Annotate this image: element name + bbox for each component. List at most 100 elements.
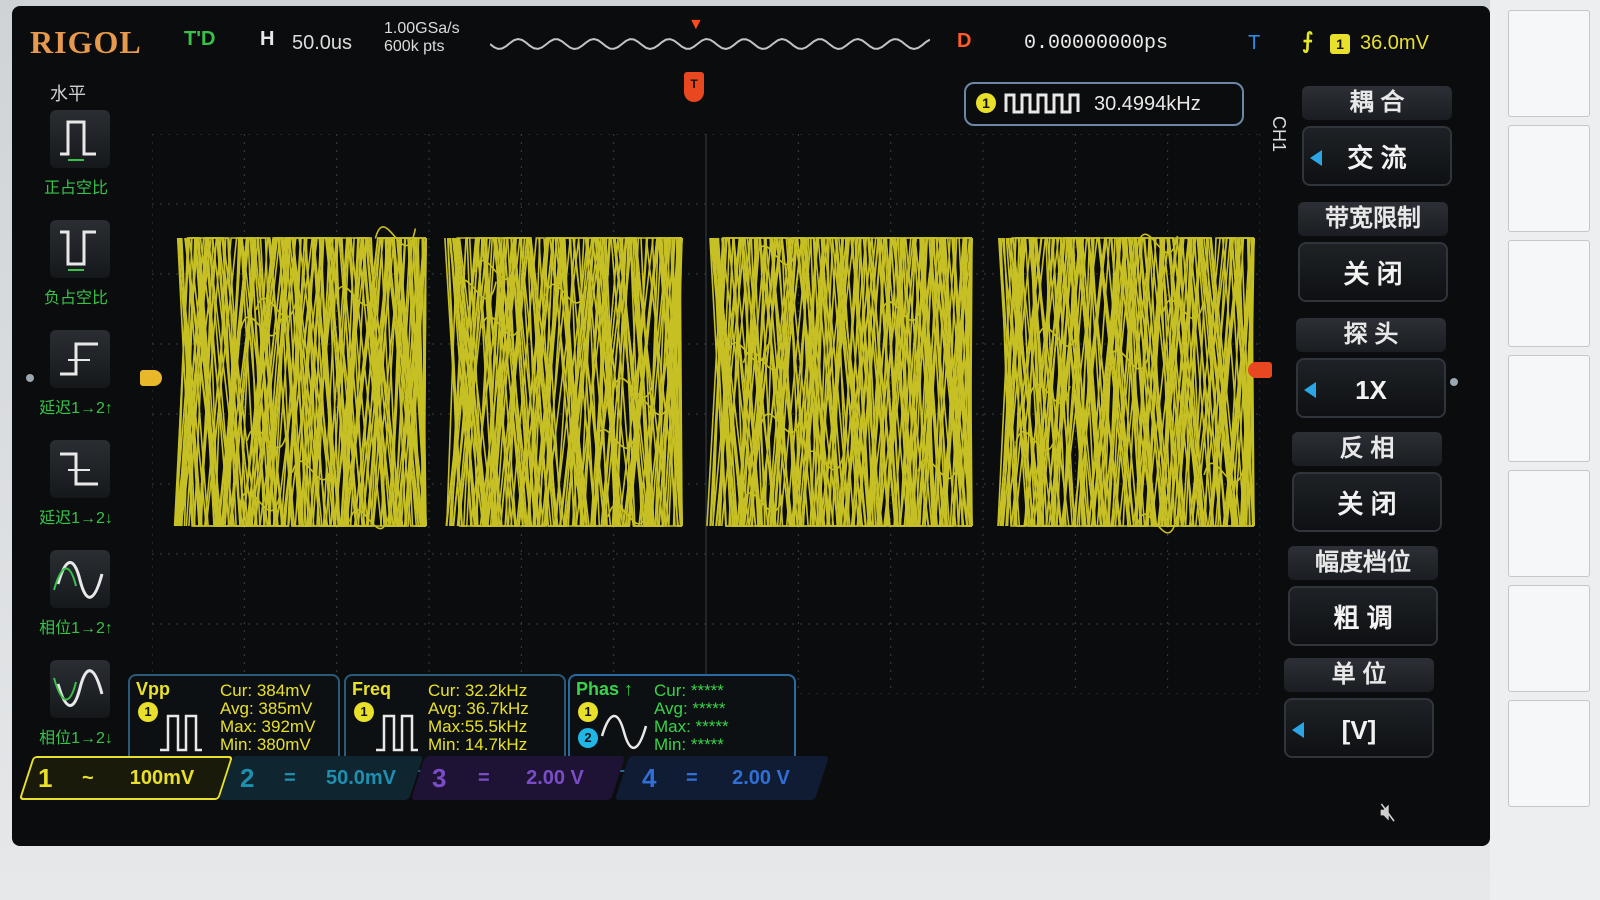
measure-title: Freq: [352, 679, 392, 699]
counter-value: 30.4994kHz: [1094, 93, 1201, 115]
menu-softkey-strip: [1490, 0, 1600, 900]
dc-coupling-icon: =: [284, 767, 296, 789]
freq-icon: [376, 714, 418, 752]
invert-value: 关 闭: [1337, 489, 1397, 519]
channel-3-number: 3: [432, 763, 447, 793]
stat-avg: Avg: 36.7kHz: [428, 699, 529, 718]
speaker-muted-icon[interactable]: 🔇︎: [1380, 796, 1396, 828]
volts-div-value: 粗 调: [1333, 603, 1393, 633]
stat-max: Max:55.5kHz: [428, 717, 528, 736]
channel-menu: CH1 耦 合 交 流 带宽限制 关 闭 探 头 1X 反 相 关 闭 幅度档位…: [1262, 80, 1472, 780]
frequency-counter: 1 30.4994kHz: [964, 82, 1244, 126]
stat-cur: Cur: 384mV: [220, 681, 311, 700]
memory-depth: 600k pts: [384, 38, 445, 55]
trigger-source-badge: 1: [1330, 34, 1350, 54]
square-wave-icon: [1004, 93, 1080, 114]
menu-title-unit: 单 位: [1284, 658, 1434, 692]
rising-edge-icon: ⨍: [1302, 28, 1314, 53]
channel-2-scale: 50.0mV: [325, 767, 397, 789]
stat-min: Min: 380mV: [220, 735, 311, 754]
bandwidth-limit-button[interactable]: 关 闭: [1298, 242, 1448, 302]
counter-channel-badge: 1: [976, 93, 996, 113]
delay-badge: D: [957, 30, 972, 52]
phase-rise-icon: [53, 561, 104, 599]
channel1-ground-marker[interactable]: [140, 370, 162, 386]
volts-div-button[interactable]: 粗 调: [1288, 586, 1438, 646]
stat-min: Min: 14.7kHz: [428, 735, 528, 754]
trigger-type-icon: T: [1248, 32, 1261, 54]
softkey-7[interactable]: [1508, 700, 1590, 807]
vpp-icon: [160, 714, 202, 752]
softkey-5[interactable]: [1508, 470, 1590, 577]
unit-button[interactable]: [V]: [1284, 698, 1434, 758]
measure-menu-left: 水平 正占空比 负占空比 延迟1→2↑ 延迟1→2↓ 相位1→2↑ 相位1→2↓: [12, 78, 132, 758]
channel-3-scale: 2.00 V: [526, 767, 584, 789]
brand-logo: RIGOL: [30, 24, 142, 60]
dc-coupling-icon: =: [478, 767, 490, 789]
softkey-4[interactable]: [1508, 355, 1590, 462]
coupling-button[interactable]: 交 流: [1302, 126, 1452, 186]
top-status-bar: RIGOL T'D H 50.0us 1.00GSa/s 600k pts ▼ …: [12, 6, 1490, 78]
negative-duty-icon: [60, 230, 96, 271]
measure-title: Vpp: [136, 679, 170, 699]
dc-coupling-icon: =: [686, 767, 698, 789]
menu-page-dot: [1450, 378, 1458, 386]
horizontal-delay[interactable]: 0.00000000ps: [1024, 32, 1168, 55]
stat-cur: Cur: *****: [654, 681, 724, 700]
channel-badge: 1: [578, 702, 598, 722]
measure-delay-fall[interactable]: 延迟1→2↓: [26, 440, 126, 540]
measure-phase-fall[interactable]: 相位1→2↓: [26, 660, 126, 760]
probe-button[interactable]: 1X: [1296, 358, 1446, 418]
selector-arrow-icon: [1292, 722, 1304, 738]
measure-phase-rise[interactable]: 相位1→2↑: [26, 550, 126, 650]
softkey-3[interactable]: [1508, 240, 1590, 347]
channel-badge: 1: [138, 702, 158, 722]
run-status: T'D: [184, 28, 216, 50]
menu-title-invert: 反 相: [1292, 432, 1442, 466]
softkey-6[interactable]: [1508, 585, 1590, 692]
measure-positive-duty[interactable]: 正占空比: [26, 110, 126, 210]
stat-avg: Avg: *****: [654, 699, 726, 718]
waveform-display[interactable]: [152, 134, 1260, 694]
horizontal-icon: H: [260, 28, 275, 50]
timebase[interactable]: 50.0us: [292, 32, 352, 55]
scope-screen: RIGOL T'D H 50.0us 1.00GSa/s 600k pts ▼ …: [12, 6, 1490, 846]
channel-badge: 1: [354, 702, 374, 722]
softkey-2[interactable]: [1508, 125, 1590, 232]
softkey-1[interactable]: [1508, 10, 1590, 117]
ac-coupling-icon: ~: [82, 767, 94, 789]
trigger-marker-icon: T: [684, 72, 704, 102]
channel-2-number: 2: [240, 763, 255, 793]
trigger-level[interactable]: 36.0mV: [1360, 32, 1429, 55]
menu-channel-label: CH1: [1269, 116, 1289, 153]
phase-icon: [600, 714, 648, 749]
selector-arrow-icon: [1304, 382, 1316, 398]
unit-value: [V]: [1341, 715, 1377, 745]
stat-max: Max: 392mV: [220, 717, 316, 736]
channel-4-number: 4: [642, 763, 657, 793]
menu-title-probe: 探 头: [1296, 318, 1446, 352]
invert-button[interactable]: 关 闭: [1292, 472, 1442, 532]
vpp-stats: Cur: 384mV Avg: 385mV Max: 392mV Min: 38…: [220, 682, 315, 754]
trigger-position-icon: ▼: [688, 16, 704, 33]
waveform-overview-icon: [490, 34, 930, 54]
stat-min: Min: *****: [654, 735, 724, 754]
stat-cur: Cur: 32.2kHz: [428, 681, 528, 700]
sample-info: 1.00GSa/s 600k pts: [384, 20, 460, 56]
panel-title: 水平: [50, 84, 86, 104]
measure-label: 负占空比: [43, 290, 108, 307]
measure-label: 延迟1→2↑: [39, 400, 113, 417]
menu-title-volts-div: 幅度档位: [1288, 546, 1438, 580]
measure-label: 延迟1→2↓: [39, 510, 113, 527]
menu-title-coupling: 耦 合: [1302, 86, 1452, 120]
channel-badge: 2: [578, 728, 598, 748]
measure-delay-rise[interactable]: 延迟1→2↑: [26, 330, 126, 430]
stat-avg: Avg: 385mV: [220, 699, 313, 718]
phase-stats: Cur: ***** Avg: ***** Max: ***** Min: **…: [654, 682, 729, 754]
phase-fall-icon: [53, 669, 104, 707]
measure-label: 相位1→2↑: [39, 620, 113, 637]
menu-page-dot: [26, 374, 34, 382]
delay-fall-icon: [60, 452, 98, 486]
measure-negative-duty[interactable]: 负占空比: [26, 220, 126, 320]
measure-label: 正占空比: [43, 180, 108, 197]
